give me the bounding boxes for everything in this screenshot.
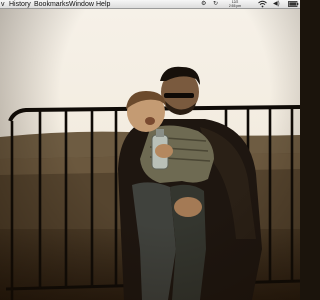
menu-bar: v History Bookmarks Window Help ⚙ ↻ 12/2… bbox=[0, 0, 300, 9]
sync-icon[interactable]: ↻ bbox=[213, 0, 218, 9]
clock-line2: 2:55 pm bbox=[228, 4, 242, 8]
photo-father-and-child bbox=[0, 9, 300, 300]
gear-icon[interactable]: ⚙ bbox=[201, 0, 206, 9]
menu-item-help[interactable]: Help bbox=[96, 0, 110, 9]
menu-item-window[interactable]: Window bbox=[69, 0, 94, 9]
menu-item-bookmarks[interactable]: Bookmarks bbox=[34, 0, 69, 9]
battery-icon[interactable] bbox=[288, 0, 299, 9]
menu-item-view[interactable]: v bbox=[1, 0, 5, 9]
volume-icon[interactable]: ◀) bbox=[273, 0, 280, 9]
menu-item-history[interactable]: History bbox=[9, 0, 31, 9]
clock[interactable]: 12/2 2:55 pm bbox=[224, 0, 246, 9]
photo-viewer bbox=[0, 9, 300, 300]
wifi-icon[interactable] bbox=[258, 0, 268, 9]
